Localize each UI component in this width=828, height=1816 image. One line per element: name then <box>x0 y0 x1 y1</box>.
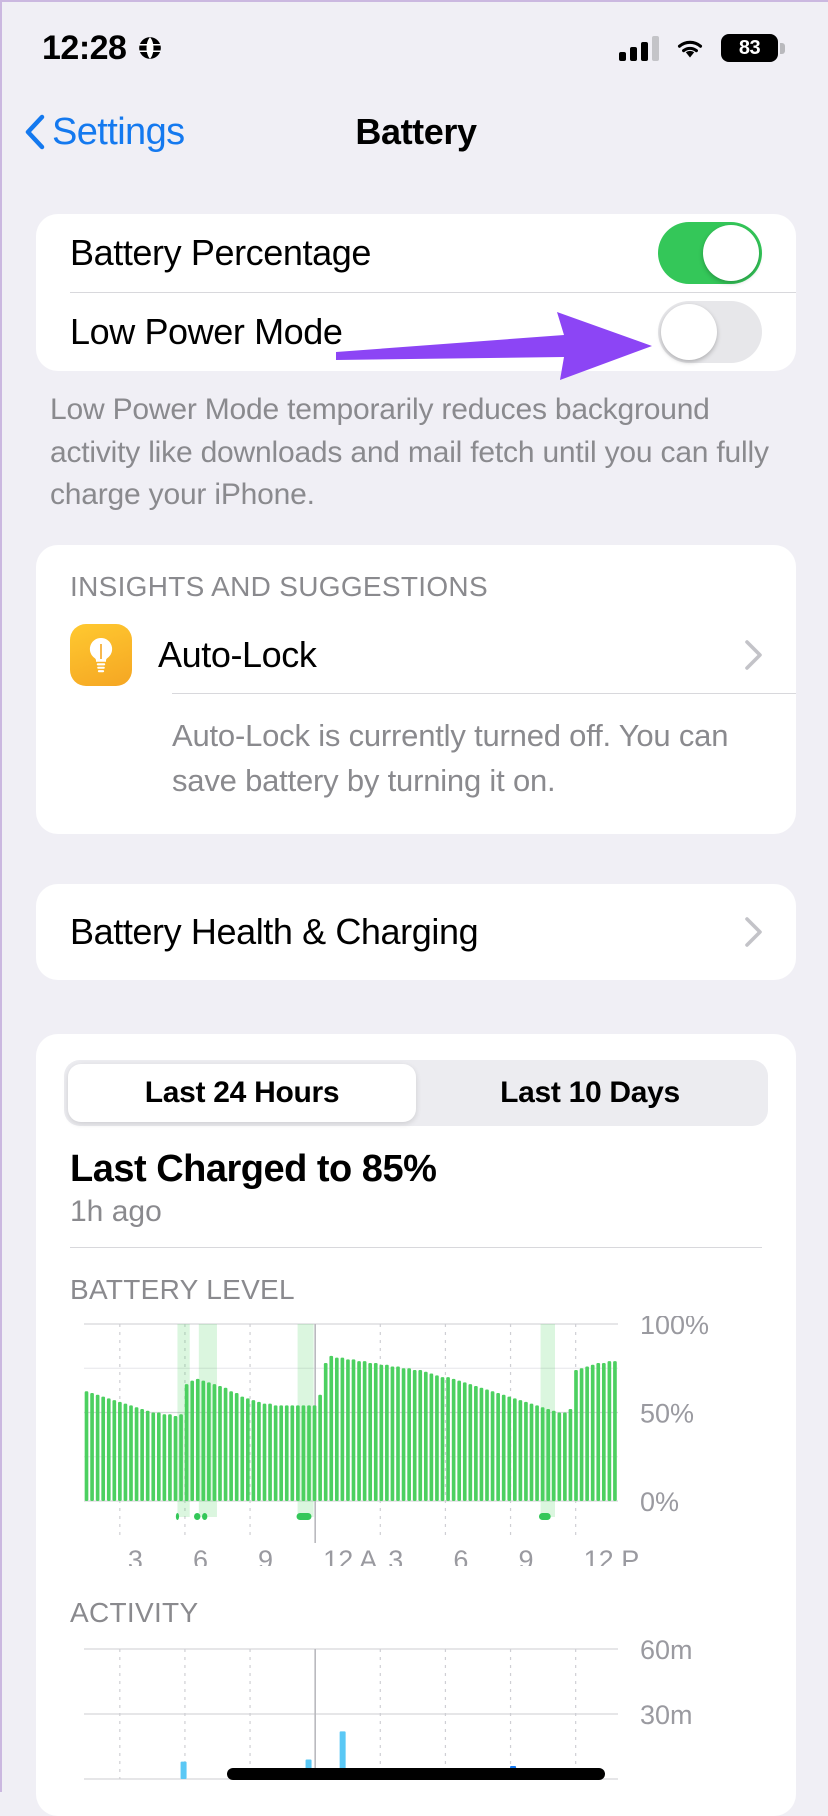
home-indicator <box>227 1768 605 1780</box>
wifi-icon <box>673 35 707 61</box>
lightbulb-icon <box>70 624 132 686</box>
battery-status-icon: 83 <box>721 34 778 62</box>
auto-lock-label: Auto-Lock <box>158 634 317 676</box>
svg-text:3: 3 <box>388 1545 403 1566</box>
svg-text:6: 6 <box>453 1545 468 1566</box>
status-bar-clock: 12:28 <box>42 29 126 68</box>
tab-last-24-hours[interactable]: Last 24 Hours <box>68 1064 416 1122</box>
svg-text:50%: 50% <box>640 1398 694 1428</box>
page-title: Battery <box>2 111 828 153</box>
status-bar: 12:28 83 <box>2 2 828 94</box>
battery-usage-card: Last 24 Hours Last 10 Days Last Charged … <box>36 1034 796 1816</box>
low-power-mode-toggle[interactable] <box>658 301 762 363</box>
svg-text:9: 9 <box>519 1545 534 1566</box>
low-power-mode-footnote: Low Power Mode temporarily reduces backg… <box>50 389 782 517</box>
svg-text:0%: 0% <box>640 1487 679 1517</box>
svg-text:100%: 100% <box>640 1316 709 1340</box>
chevron-right-icon <box>745 917 762 947</box>
battery-toggles-card: Battery Percentage Low Power Mode <box>36 214 796 371</box>
svg-text:6: 6 <box>193 1545 208 1566</box>
battery-percentage-label: Battery Percentage <box>70 232 371 274</box>
low-power-mode-row[interactable]: Low Power Mode <box>36 293 796 371</box>
insights-card: INSIGHTS AND SUGGESTIONS Auto-Lock Auto-… <box>36 545 796 834</box>
battery-health-card: Battery Health & Charging <box>36 884 796 980</box>
battery-percentage-text: 83 <box>739 37 760 60</box>
battery-health-label: Battery Health & Charging <box>70 911 478 953</box>
low-power-mode-label: Low Power Mode <box>70 311 343 353</box>
battery-health-row[interactable]: Battery Health & Charging <box>36 884 796 980</box>
svg-text:30m: 30m <box>640 1700 693 1730</box>
auto-lock-description: Auto-Lock is currently turned off. You c… <box>36 694 796 834</box>
status-bar-right: 83 <box>619 34 778 62</box>
chevron-right-icon <box>745 640 762 670</box>
tab-last-10-days[interactable]: Last 10 Days <box>416 1064 764 1122</box>
svg-text:12 A: 12 A <box>323 1545 377 1566</box>
battery-level-chart: 100% 50% 0% 3 6 9 12 A 3 6 9 12 P <box>36 1316 796 1571</box>
time-range-segmented-control[interactable]: Last 24 Hours Last 10 Days <box>36 1034 796 1126</box>
insights-section-header: INSIGHTS AND SUGGESTIONS <box>36 545 796 617</box>
battery-percentage-toggle[interactable] <box>658 222 762 284</box>
last-charged-title: Last Charged to 85% <box>36 1126 796 1191</box>
toggle-knob <box>661 304 717 360</box>
svg-text:60m: 60m <box>640 1639 693 1665</box>
status-bar-left: 12:28 <box>42 29 163 68</box>
battery-level-chart-title: BATTERY LEVEL <box>36 1248 796 1316</box>
activity-chart-title: ACTIVITY <box>36 1571 796 1639</box>
cellular-bars-icon <box>619 36 659 61</box>
navigation-bar: Settings Battery <box>2 94 828 170</box>
svg-text:3: 3 <box>128 1545 143 1566</box>
svg-text:12 P: 12 P <box>584 1545 640 1566</box>
iphone-screen: 12:28 83 Settings Bat <box>2 2 828 1794</box>
auto-lock-row[interactable]: Auto-Lock <box>36 617 796 693</box>
globe-icon <box>137 35 163 61</box>
svg-text:9: 9 <box>258 1545 273 1566</box>
toggle-knob <box>703 225 759 281</box>
last-charged-subtitle: 1h ago <box>36 1191 796 1247</box>
battery-percentage-row[interactable]: Battery Percentage <box>36 214 796 292</box>
